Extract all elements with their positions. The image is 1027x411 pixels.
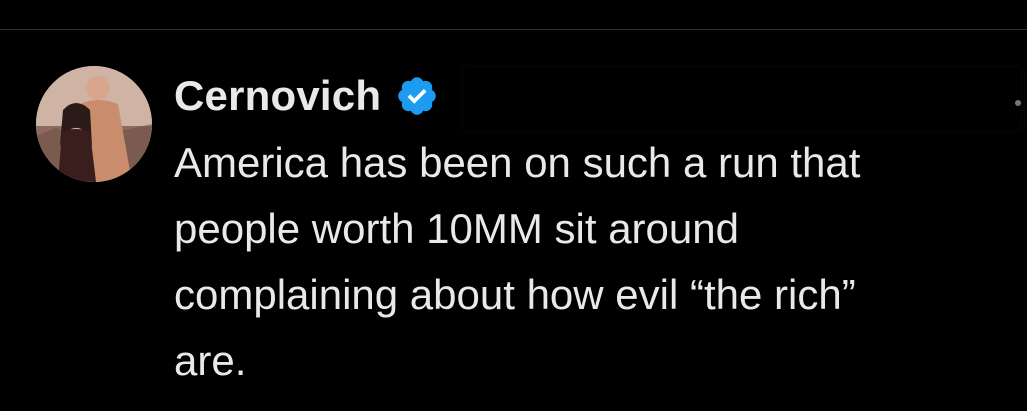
top-divider — [0, 29, 1027, 30]
tweet-header: Cernovich — [174, 66, 439, 126]
redacted-handle-area — [464, 68, 1020, 130]
author-name[interactable]: Cernovich — [174, 66, 381, 126]
tweet-text: America has been on such a run that peop… — [174, 139, 861, 384]
avatar-photo — [36, 66, 152, 182]
avatar[interactable] — [36, 66, 152, 182]
separator-dot — [1015, 100, 1021, 106]
verified-badge-icon[interactable] — [395, 74, 439, 118]
